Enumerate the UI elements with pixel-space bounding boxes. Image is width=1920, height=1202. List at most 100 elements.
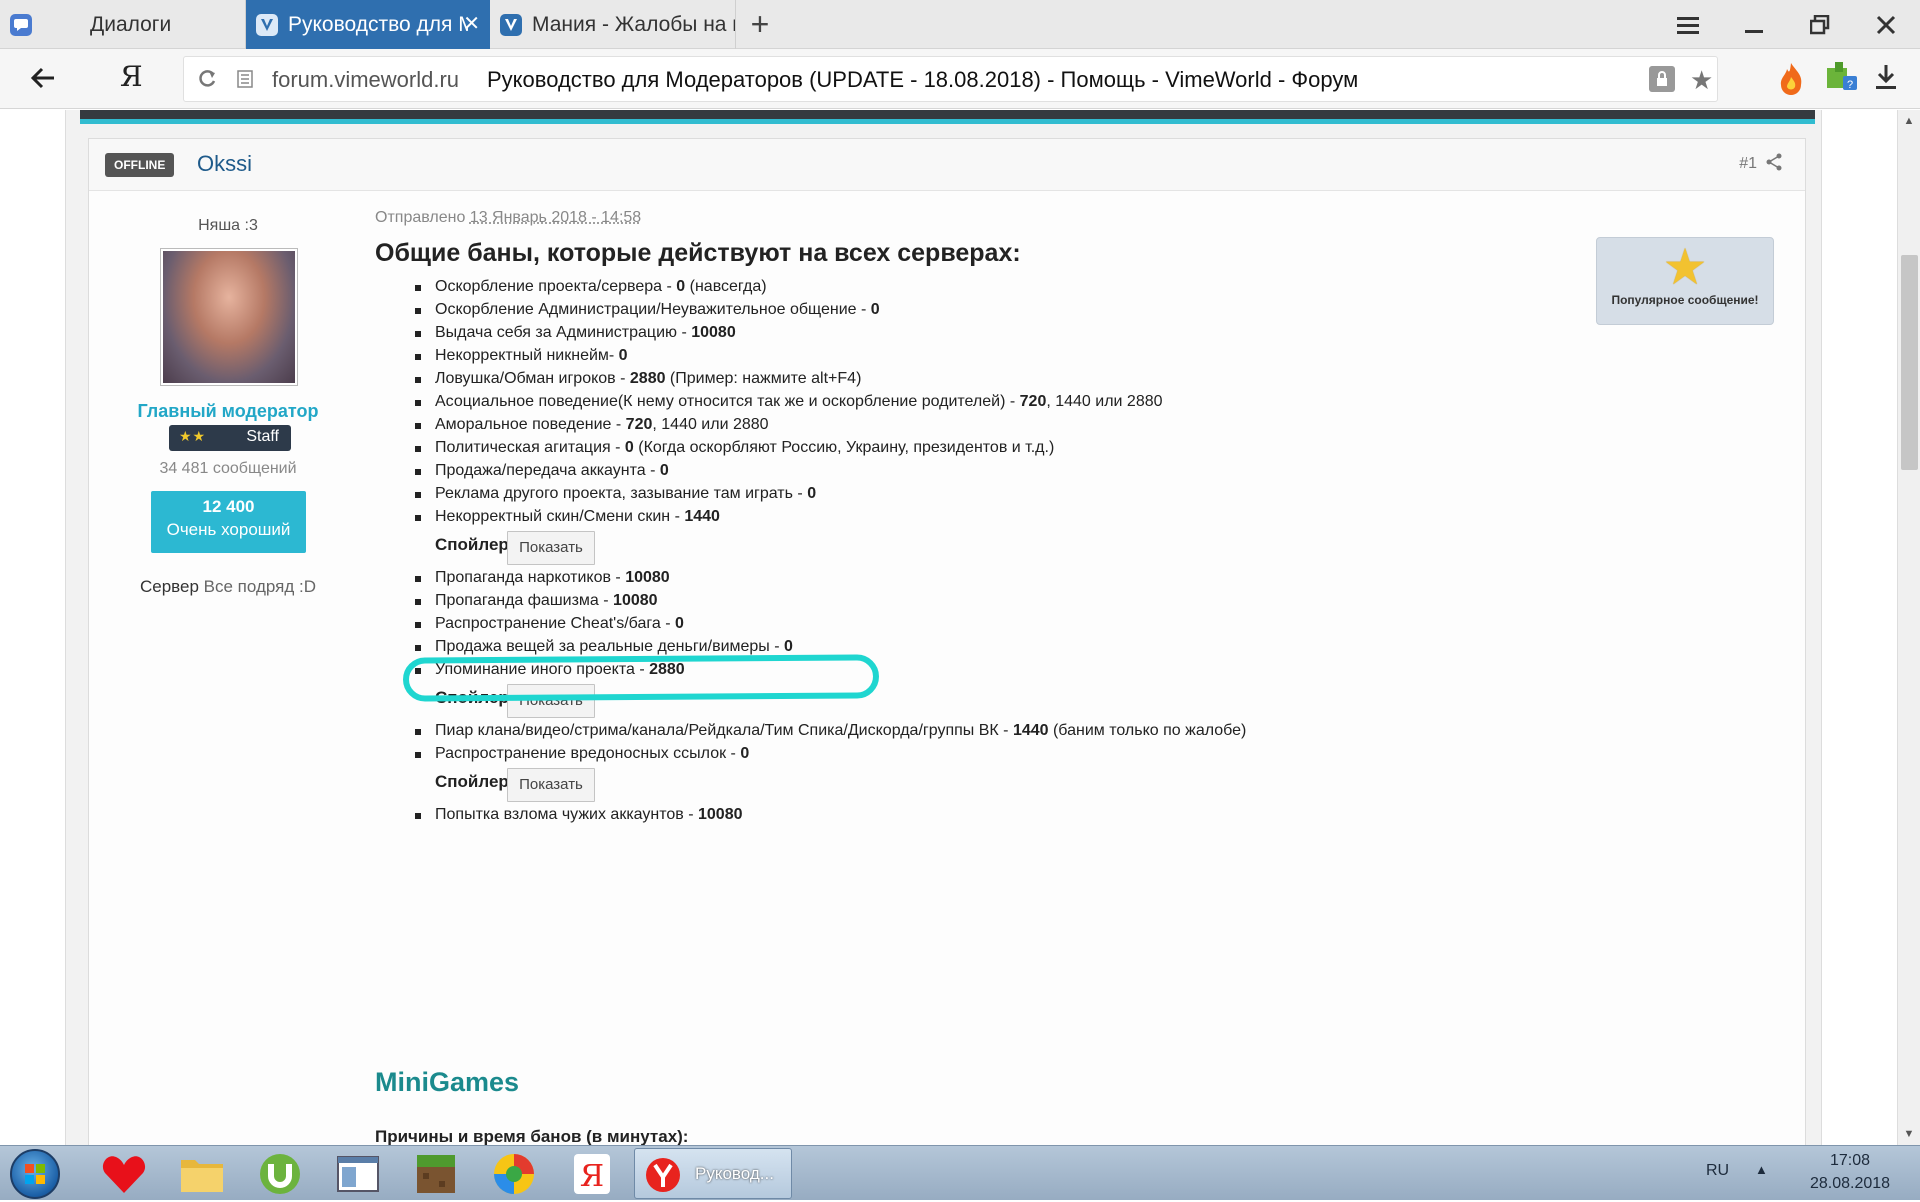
sent-date: 13 Январь 2018 - 14:58 [470, 209, 641, 226]
section-heading: MiniGames [375, 1067, 519, 1098]
ban-item-text: Ловушка/Обман игроков - 2880 (Пример: на… [435, 370, 861, 388]
page-info-icon[interactable] [236, 70, 254, 93]
forum-top-bar [80, 110, 1815, 124]
share-icon[interactable] [1765, 153, 1787, 175]
tray-arrow-icon[interactable]: ▲ [1755, 1162, 1768, 1177]
tab-label: Диалоги [90, 13, 171, 37]
new-tab-button[interactable]: + [730, 0, 790, 49]
browser-toolbar: Я forum.vimeworld.ru Руководство для Мод… [0, 49, 1920, 109]
status-badge: OFFLINE [105, 153, 174, 177]
restore-icon[interactable] [1790, 0, 1850, 49]
star-icon: ★ [1597, 241, 1773, 293]
close-window-icon[interactable] [1856, 0, 1916, 49]
user-title: Няша :3 [89, 217, 367, 235]
reputation-box: 12 400 Очень хороший [151, 491, 306, 553]
ban-item-text: Распространение вредоносных ссылок - 0 [435, 745, 749, 763]
ban-item-text: Распространение Cheat's/бага - 0 [435, 615, 684, 633]
close-icon[interactable]: ✕ [463, 11, 480, 36]
ban-item-text: Попытка взлома чужих аккаунтов - 10080 [435, 806, 743, 824]
utorrent-icon[interactable] [254, 1150, 306, 1198]
staff-badge: ★★ Staff [169, 425, 291, 451]
vimeworld-icon [256, 14, 278, 36]
avatar[interactable] [160, 248, 298, 386]
scroll-up-arrow-icon[interactable]: ▲ [1898, 110, 1920, 132]
spoiler-show-button[interactable]: Показать [507, 531, 595, 565]
ban-item-text: Некорректный никнейм- 0 [435, 347, 628, 365]
spoiler-show-button[interactable]: Показать [507, 768, 595, 802]
download-icon[interactable] [1874, 63, 1898, 96]
tab-dialogs[interactable]: Диалоги [0, 0, 245, 49]
window-app-icon[interactable] [332, 1150, 384, 1198]
server-value: Все подряд :D [204, 577, 316, 596]
author-name-link[interactable]: Okssi [197, 151, 252, 177]
address-bar[interactable]: forum.vimeworld.ru Руководство для Модер… [183, 56, 1718, 102]
url-domain: forum.vimeworld.ru [272, 67, 459, 93]
vimeworld-icon [500, 14, 522, 36]
url-page-title: Руководство для Модераторов (UPDATE - 18… [487, 67, 1358, 93]
back-icon[interactable] [28, 63, 58, 98]
clock-time[interactable]: 17:08 [1800, 1152, 1900, 1170]
browser-app-icon[interactable] [488, 1150, 540, 1198]
tab-complaints[interactable]: Мания - Жалобы на персонал [490, 0, 735, 49]
yandex-browser-icon [645, 1157, 681, 1198]
staff-label: Staff [246, 428, 279, 446]
tab-moderators-guide[interactable]: Руководство для Модераторов ✕ [246, 0, 490, 49]
forum-post: OFFLINE Okssi #1 Няша :3 Главный модерат… [88, 138, 1806, 1145]
reload-icon[interactable] [196, 68, 218, 95]
reputation-label: Очень хороший [151, 520, 306, 540]
ban-item-text: Некорректный скин/Смени скин - 1440 [435, 508, 720, 526]
popular-label: Популярное сообщение! [1597, 293, 1773, 307]
start-button[interactable] [10, 1149, 60, 1199]
ban-item-text: Пропаганда фашизма - 10080 [435, 592, 658, 610]
ban-item-text: Продажа вещей за реальные деньги/вимеры … [435, 638, 793, 656]
spoiler-label: Спойлер [435, 772, 509, 792]
message-count: 34 481 сообщений [89, 460, 367, 478]
fire-extension-icon[interactable] [1776, 61, 1806, 100]
ban-item-text: Оскорбление проекта/сервера - 0 (навсегд… [435, 278, 767, 296]
lock-icon[interactable] [1649, 66, 1675, 92]
ban-item-text: Асоциальное поведение(К нему относится т… [435, 393, 1163, 411]
yandex-app-icon[interactable]: Я [566, 1150, 618, 1198]
forum-page: OFFLINE Okssi #1 Няша :3 Главный модерат… [0, 110, 1920, 1145]
page-scrollbar[interactable]: ▲ ▼ [1897, 110, 1920, 1145]
ban-item-text: Политическая агитация - 0 (Когда оскорбл… [435, 439, 1054, 457]
sent-prefix: Отправлено [375, 209, 465, 226]
clock-date[interactable]: 28.08.2018 [1800, 1175, 1900, 1193]
folder-icon[interactable] [176, 1150, 228, 1198]
post-header: OFFLINE Okssi #1 [89, 139, 1805, 191]
scroll-down-arrow-icon[interactable]: ▼ [1898, 1123, 1920, 1145]
spoiler-label: Спойлер [435, 535, 509, 555]
minimize-icon[interactable] [1724, 0, 1784, 49]
menu-icon[interactable] [1658, 0, 1718, 49]
stars-icon: ★★ [179, 428, 206, 445]
windows-taskbar: Я Руковод... RU ▲ 17:08 28.08.2018 [0, 1145, 1920, 1200]
yandex-logo[interactable]: Я [120, 60, 143, 93]
taskbar-window-label: Руковод... [695, 1164, 774, 1184]
ban-item-text: Аморальное поведение - 720, 1440 или 288… [435, 416, 769, 434]
popular-post-badge: ★ Популярное сообщение! [1596, 237, 1774, 325]
ban-item-text: Выдача себя за Администрацию - 10080 [435, 324, 736, 342]
user-group: Главный модератор [89, 401, 367, 422]
section-subheading: Причины и время банов (в минутах): [375, 1127, 688, 1145]
server-label: Сервер [140, 577, 199, 596]
language-indicator[interactable]: RU [1706, 1162, 1729, 1180]
taskbar-active-window[interactable]: Руковод... [634, 1148, 792, 1199]
chat-icon [10, 14, 32, 36]
browser-tab-bar: Диалоги Руководство для Модераторов ✕ Ма… [0, 0, 1920, 49]
reputation-value: 12 400 [151, 497, 306, 517]
ban-item-text: Оскорбление Администрации/Неуважительное… [435, 301, 880, 319]
extension-icon[interactable]: ? [1825, 60, 1859, 99]
server-info: Сервер Все подряд :D [89, 577, 367, 597]
post-number-link[interactable]: #1 [1739, 155, 1757, 173]
ban-item-text: Пиар клана/видео/стрима/канала/Рейдкала/… [435, 722, 1246, 740]
tab-label: Мания - Жалобы на персонал [532, 13, 735, 37]
ban-item-text: Продажа/передача аккаунта - 0 [435, 462, 669, 480]
scroll-thumb[interactable] [1901, 255, 1918, 470]
heart-app-icon[interactable] [98, 1150, 150, 1198]
svg-text:?: ? [1847, 79, 1853, 91]
ban-item-text: Реклама другого проекта, зазывание там и… [435, 485, 816, 503]
tab-label: Руководство для Модераторов [288, 13, 468, 37]
bookmark-star-icon[interactable]: ★ [1690, 65, 1713, 96]
minecraft-icon[interactable] [410, 1150, 462, 1198]
ban-item-text: Пропаганда наркотиков - 10080 [435, 569, 670, 587]
